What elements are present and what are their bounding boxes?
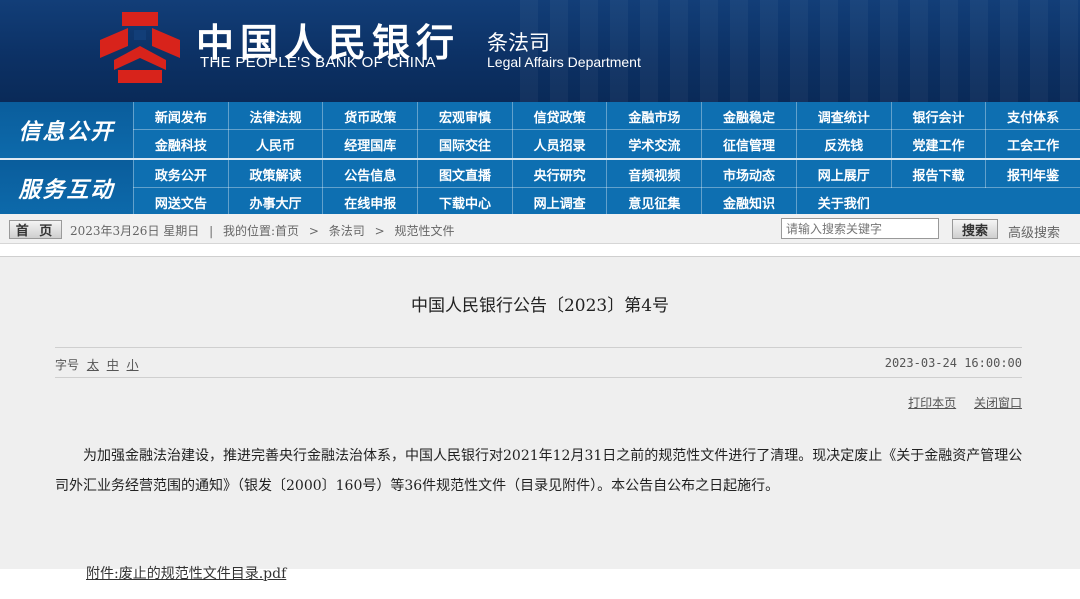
nav-info-item-18[interactable]: 反洗钱 (795, 130, 891, 158)
nav-info-item-19[interactable]: 党建工作 (890, 130, 986, 158)
nav-info-item-3[interactable]: 货币政策 (322, 102, 417, 130)
pboc-logo-icon (100, 12, 180, 83)
nav-section-service: 服务互动 政务公开 政策解读 公告信息 图文直播 央行研究 音频视频 市场动态 网上展厅 报告下… (0, 158, 1080, 216)
divider (55, 377, 1022, 378)
nav-service-item-18[interactable]: 关于我们 (795, 188, 891, 216)
publish-date: 2023-03-24 16:00:00 (884, 356, 1022, 370)
nav-service-item-6[interactable]: 音频视频 (606, 160, 701, 188)
article-body: 为加强金融法治建设，推进完善央行金融法治体系，中国人民银行对2021年12月31… (55, 448, 1023, 494)
nav-service-item-1[interactable]: 政务公开 (133, 160, 228, 188)
bank-name-en: THE PEOPLE'S BANK OF CHINA (200, 54, 436, 71)
current-date: 2023年3月26日 星期日 (70, 224, 200, 238)
nav-info-item-16[interactable]: 学术交流 (606, 130, 701, 158)
department-name-cn: 条法司 (487, 31, 550, 55)
spacer (0, 244, 1080, 256)
nav-info-item-9[interactable]: 银行会计 (890, 102, 986, 130)
nav-info-item-17[interactable]: 征信管理 (701, 130, 796, 158)
nav-info-item-12[interactable]: 人民币 (227, 130, 323, 158)
breadcrumb: 2023年3月26日 星期日 | 我的位置:首页 > 条法司 > 规范性文件 (70, 222, 460, 239)
nav-info-item-10[interactable]: 支付体系 (985, 102, 1080, 130)
close-window-link[interactable]: 关闭窗口 (974, 396, 1022, 410)
nav-info-item-14[interactable]: 国际交往 (417, 130, 512, 158)
nav-grid-info: 新闻发布 法律法规 货币政策 宏观审慎 信贷政策 金融市场 金融稳定 调查统计 银行会计 支付体系… (133, 102, 1080, 158)
nav-service-item-3[interactable]: 公告信息 (322, 160, 417, 188)
home-button[interactable]: 首 页 (9, 220, 62, 239)
article-title: 中国人民银行公告〔2023〕第4号 (410, 296, 670, 316)
advanced-search-link[interactable]: 高级搜索 (1008, 222, 1060, 241)
nav-info-item-4[interactable]: 宏观审慎 (417, 102, 512, 130)
search-button[interactable]: 搜索 (952, 219, 998, 239)
nav-info-item-15[interactable]: 人员招录 (511, 130, 607, 158)
breadcrumb-arrow: > (374, 224, 385, 238)
breadcrumb-bar: 首 页 2023年3月26日 星期日 | 我的位置:首页 > 条法司 > 规范性… (0, 214, 1080, 244)
nav-info-item-7[interactable]: 金融稳定 (701, 102, 796, 130)
font-size-small-link[interactable]: 小 (127, 358, 139, 372)
nav-grid-service: 政务公开 政策解读 公告信息 图文直播 央行研究 音频视频 市场动态 网上展厅 报告下载 报刊年鉴… (133, 160, 1080, 216)
font-size-control: 字号 太 中 小 (55, 356, 139, 373)
breadcrumb-home-link[interactable]: 我的位置:首页 (223, 224, 299, 238)
nav-section-info: 信息公开 新闻发布 法律法规 货币政策 宏观审慎 信贷政策 金融市场 金融稳定 调查统计 银行会… (0, 102, 1080, 158)
nav-info-item-20[interactable]: 工会工作 (985, 130, 1080, 158)
breadcrumb-separator: | (209, 224, 214, 238)
breadcrumb-current[interactable]: 规范性文件 (394, 224, 454, 238)
nav-service-item-13[interactable]: 在线申报 (322, 188, 417, 216)
nav-service-item-9[interactable]: 报告下载 (890, 160, 986, 188)
nav-service-item-5[interactable]: 央行研究 (511, 160, 607, 188)
font-size-label: 字号 (55, 358, 80, 372)
breadcrumb-dept-link[interactable]: 条法司 (329, 224, 365, 238)
nav-service-item-17[interactable]: 金融知识 (701, 188, 796, 216)
nav-service-item-16[interactable]: 意见征集 (606, 188, 701, 216)
nav-service-item-11[interactable]: 网送文告 (133, 188, 228, 216)
nav-service-item-15[interactable]: 网上调查 (511, 188, 607, 216)
nav-info-item-8[interactable]: 调查统计 (795, 102, 891, 130)
nav-section-label[interactable]: 信息公开 (0, 102, 133, 158)
nav-info-item-1[interactable]: 新闻发布 (133, 102, 228, 130)
article-actions: 打印本页 关闭窗口 (894, 394, 1022, 411)
nav-info-item-5[interactable]: 信贷政策 (511, 102, 607, 130)
nav-info-item-6[interactable]: 金融市场 (606, 102, 701, 130)
nav-service-item-14[interactable]: 下载中心 (417, 188, 512, 216)
font-size-large-link[interactable]: 太 (87, 358, 99, 372)
article-panel: 中国人民银行公告〔2023〕第4号 字号 太 中 小 2023-03-24 16… (0, 256, 1080, 582)
nav-service-item-12[interactable]: 办事大厅 (227, 188, 323, 216)
font-size-medium-link[interactable]: 中 (107, 358, 119, 372)
nav-service-item-7[interactable]: 市场动态 (701, 160, 796, 188)
nav-service-item-10[interactable]: 报刊年鉴 (985, 160, 1080, 188)
nav-info-item-2[interactable]: 法律法规 (227, 102, 323, 130)
breadcrumb-arrow: > (308, 224, 319, 238)
search-input[interactable] (781, 218, 939, 239)
attachment-link[interactable]: 附件:废止的规范性文件目录.pdf (86, 563, 286, 583)
nav-section-label[interactable]: 服务互动 (0, 160, 133, 216)
nav-service-item-4[interactable]: 图文直播 (417, 160, 512, 188)
print-link[interactable]: 打印本页 (908, 396, 956, 410)
department-name-en: Legal Affairs Department (487, 54, 641, 70)
nav-service-item-8[interactable]: 网上展厅 (795, 160, 891, 188)
site-banner: 中国人民银行 THE PEOPLE'S BANK OF CHINA 条法司 Le… (0, 0, 1080, 102)
divider (55, 347, 1022, 348)
nav-info-item-11[interactable]: 金融科技 (133, 130, 228, 158)
nav-info-item-13[interactable]: 经理国库 (322, 130, 417, 158)
main-nav: 信息公开 新闻发布 法律法规 货币政策 宏观审慎 信贷政策 金融市场 金融稳定 调查统计 银行会… (0, 102, 1080, 216)
nav-service-item-2[interactable]: 政策解读 (227, 160, 323, 188)
